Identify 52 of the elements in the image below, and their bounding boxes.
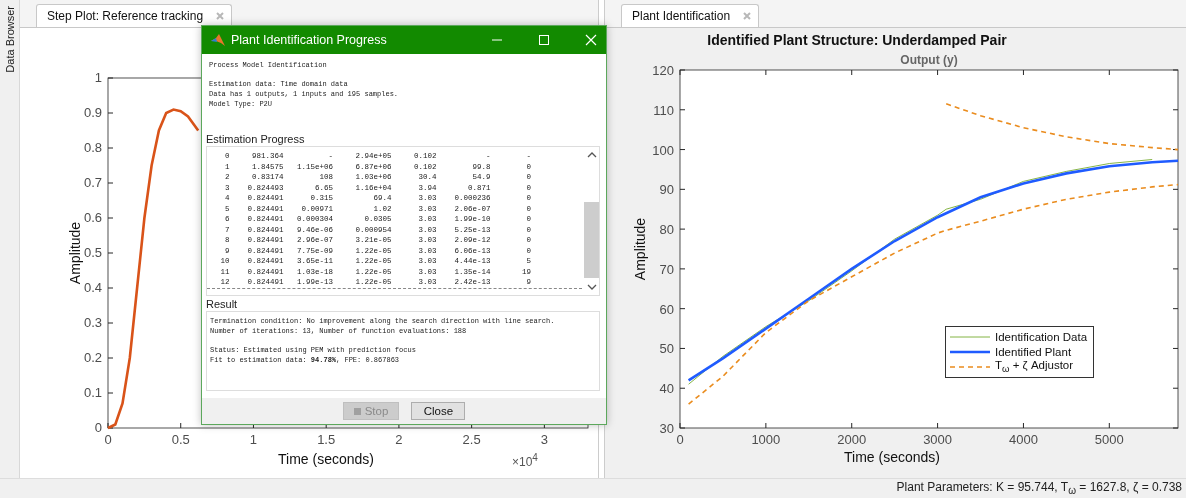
y-axis-label: Amplitude <box>632 217 648 281</box>
x-axis-label: Time (seconds) <box>844 449 940 465</box>
tick-label: 1 <box>94 70 102 85</box>
plant-parameters-text: Plant Parameters: K = 95.744, T$_{ω}$ = 1627.8, ζ = 0.738 <box>896 480 1182 497</box>
plot-subtitle: Output (y) <box>900 53 958 67</box>
legend-label: T$_{ω}$ + ζ Adjustor <box>995 358 1074 375</box>
tick-label: 0.5 <box>171 432 190 447</box>
tick-label: 0.5 <box>83 245 102 260</box>
tick-label: 2000 <box>837 432 867 447</box>
tick-label: 5000 <box>1094 432 1124 447</box>
tick-label: 0.7 <box>83 175 102 190</box>
tick-label: 50 <box>659 341 674 357</box>
y-axis-label: Amplitude <box>67 221 83 285</box>
tick-label: 70 <box>659 261 674 277</box>
tick-label: 3 <box>540 432 548 447</box>
tick-label: 1.5 <box>317 432 336 447</box>
tick-label: 80 <box>659 222 674 238</box>
tick-label: 2 <box>395 432 403 447</box>
tick-label: 60 <box>659 301 674 317</box>
section-label: Result <box>206 298 239 311</box>
tick-label: 0 <box>104 432 112 447</box>
legend-label: Identification Data <box>995 330 1088 343</box>
close-button[interactable]: Close <box>411 402 466 420</box>
tick-label: 1000 <box>751 432 781 447</box>
tick-label: 0.8 <box>83 140 102 155</box>
tick-label: 0.4 <box>83 280 102 295</box>
plot-title: Identified Plant Structure: Underdamped Pair <box>707 32 1007 48</box>
tick-label: 0.1 <box>83 385 102 400</box>
document-tab[interactable]: Plant Identification <box>621 4 760 27</box>
tick-label: 40 <box>659 381 674 397</box>
tick-label: 2.5 <box>462 432 481 447</box>
tick-label: 4000 <box>1009 432 1038 447</box>
tick-label: 100 <box>652 142 674 158</box>
legend-label: Identified Plant <box>995 345 1072 358</box>
tick-label: 0.2 <box>83 350 102 365</box>
tick-label: 30 <box>659 421 674 436</box>
tick-label: 0.9 <box>83 105 102 120</box>
tick-label: 3000 <box>923 432 953 447</box>
x-axis-label: Time (seconds) <box>278 451 374 467</box>
dialog-title: Plant Identification Progress <box>231 33 387 47</box>
tick-label: 0.6 <box>83 210 102 225</box>
tick-label: 110 <box>653 102 674 118</box>
tick-label: 90 <box>659 182 674 198</box>
axis-multiplier: ×10$^{4}$ <box>512 452 538 469</box>
tick-label: 1 <box>249 432 258 447</box>
section-label: Estimation Progress <box>206 133 306 146</box>
data-browser-tab[interactable]: Data Browser <box>3 6 16 73</box>
tick-label: 0 <box>94 420 102 435</box>
tick-label: 120 <box>652 63 674 78</box>
document-tab[interactable]: Step Plot: Reference tracking <box>36 4 233 27</box>
tick-label: 0.3 <box>83 315 102 330</box>
tick-label: 0 <box>676 432 684 447</box>
